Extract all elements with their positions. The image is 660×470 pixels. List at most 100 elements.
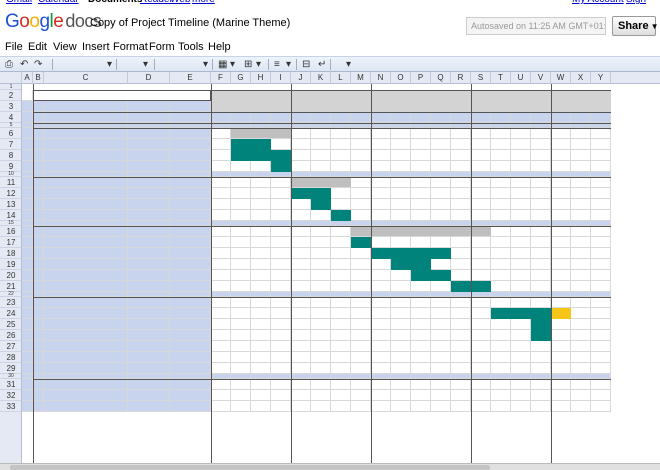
grid-cell[interactable]: [211, 308, 231, 319]
column-header-p[interactable]: P: [411, 72, 431, 84]
grid-cell[interactable]: [451, 237, 471, 248]
grid-cell[interactable]: [271, 319, 291, 330]
column-header-e[interactable]: E: [170, 72, 211, 84]
grid-cell[interactable]: [331, 150, 351, 161]
grid-cell[interactable]: [291, 363, 311, 374]
grid-cell[interactable]: [331, 352, 351, 363]
grid-cell[interactable]: [128, 259, 170, 270]
grid-cell[interactable]: [22, 101, 33, 112]
grid-cell[interactable]: [551, 139, 571, 150]
grid-cell[interactable]: [571, 112, 591, 123]
grid-cell[interactable]: [511, 226, 531, 237]
grid-cell[interactable]: [251, 188, 271, 199]
grid-cell[interactable]: [591, 139, 611, 150]
grid-cell[interactable]: [411, 297, 431, 308]
grid-cell[interactable]: [531, 297, 551, 308]
column-header-n[interactable]: N: [371, 72, 391, 84]
grid-cell[interactable]: [44, 363, 128, 374]
grid-cell[interactable]: [331, 390, 351, 401]
grid-cell[interactable]: [591, 128, 611, 139]
grid-cell[interactable]: [128, 390, 170, 401]
grid-cell[interactable]: [491, 352, 511, 363]
grid-cell[interactable]: [128, 139, 170, 150]
grid-cell[interactable]: [351, 319, 371, 330]
grid-cell[interactable]: [22, 150, 33, 161]
grid-cell[interactable]: [471, 319, 491, 330]
grid-cell[interactable]: [33, 237, 44, 248]
grid-cell[interactable]: [170, 237, 211, 248]
grid-cell[interactable]: [371, 210, 391, 221]
grid-cell[interactable]: [451, 199, 471, 210]
menu-help[interactable]: Help: [208, 41, 231, 53]
grid-cell[interactable]: [471, 341, 491, 352]
column-header-w[interactable]: W: [551, 72, 571, 84]
grid-cell[interactable]: [33, 188, 44, 199]
grid-cell[interactable]: [431, 390, 451, 401]
grid-cell[interactable]: [44, 248, 128, 259]
grid-cell[interactable]: [251, 210, 271, 221]
grid-cell[interactable]: [231, 319, 251, 330]
grid-cell[interactable]: [391, 281, 411, 292]
grid-cell[interactable]: [451, 319, 471, 330]
grid-cell[interactable]: [22, 188, 33, 199]
row-header[interactable]: 20: [0, 270, 21, 281]
grid-cell[interactable]: [571, 150, 591, 161]
top-link-my-account[interactable]: My Account: [572, 0, 624, 5]
grid-cell[interactable]: [331, 308, 351, 319]
grid-cell[interactable]: [22, 199, 33, 210]
grid-cell[interactable]: [431, 161, 451, 172]
grid-cell[interactable]: [431, 112, 451, 123]
grid-cell[interactable]: [33, 363, 44, 374]
grid-cell[interactable]: [22, 248, 33, 259]
grid-cell[interactable]: [551, 379, 571, 390]
grid-cell[interactable]: [351, 390, 371, 401]
grid-cell[interactable]: [531, 199, 551, 210]
grid-cell[interactable]: [351, 401, 371, 412]
grid-cell[interactable]: [22, 281, 33, 292]
grid-cell[interactable]: [371, 150, 391, 161]
wrap-text-icon[interactable]: ↵: [318, 58, 326, 71]
grid-cell[interactable]: [271, 379, 291, 390]
grid-cell[interactable]: [22, 226, 33, 237]
task-bar[interactable]: [411, 270, 451, 281]
grid-cell[interactable]: [591, 308, 611, 319]
grid-cell[interactable]: [44, 281, 128, 292]
grid-cell[interactable]: [551, 259, 571, 270]
grid-cell[interactable]: [44, 128, 128, 139]
grid-cell[interactable]: [411, 319, 431, 330]
grid-cell[interactable]: [511, 248, 531, 259]
merge-cells-icon[interactable]: ⊟: [302, 58, 310, 71]
grid-cell[interactable]: [311, 341, 331, 352]
grid-cell[interactable]: [371, 379, 391, 390]
grid-cell[interactable]: [331, 379, 351, 390]
grid-cell[interactable]: [33, 352, 44, 363]
grid-cell[interactable]: [491, 363, 511, 374]
grid-cell[interactable]: [511, 330, 531, 341]
grid-cell[interactable]: [371, 401, 391, 412]
column-header-h[interactable]: H: [251, 72, 271, 84]
grid-cell[interactable]: [451, 341, 471, 352]
column-header-a[interactable]: A: [22, 72, 33, 84]
grid-cell[interactable]: [231, 270, 251, 281]
row-header[interactable]: 16: [0, 226, 21, 237]
grid-cell[interactable]: [231, 341, 251, 352]
column-header-x[interactable]: X: [571, 72, 591, 84]
grid-cell[interactable]: [371, 161, 391, 172]
grid-cell[interactable]: [351, 281, 371, 292]
grid-cell[interactable]: [331, 128, 351, 139]
grid-cell[interactable]: [22, 139, 33, 150]
grid-cell[interactable]: [471, 139, 491, 150]
grid-cell[interactable]: [511, 341, 531, 352]
row-header[interactable]: 28: [0, 352, 21, 363]
grid-cell[interactable]: [251, 199, 271, 210]
chevron-down-icon[interactable]: ▾: [203, 58, 208, 71]
grid-cell[interactable]: [128, 128, 170, 139]
grid-cell[interactable]: [531, 161, 551, 172]
grid-cell[interactable]: [491, 270, 511, 281]
grid-cell[interactable]: [170, 139, 211, 150]
grid-cell[interactable]: [491, 139, 511, 150]
grid-cell[interactable]: [571, 177, 591, 188]
grid-cell[interactable]: [571, 210, 591, 221]
grid-cell[interactable]: [251, 390, 271, 401]
grid-cell[interactable]: [511, 237, 531, 248]
